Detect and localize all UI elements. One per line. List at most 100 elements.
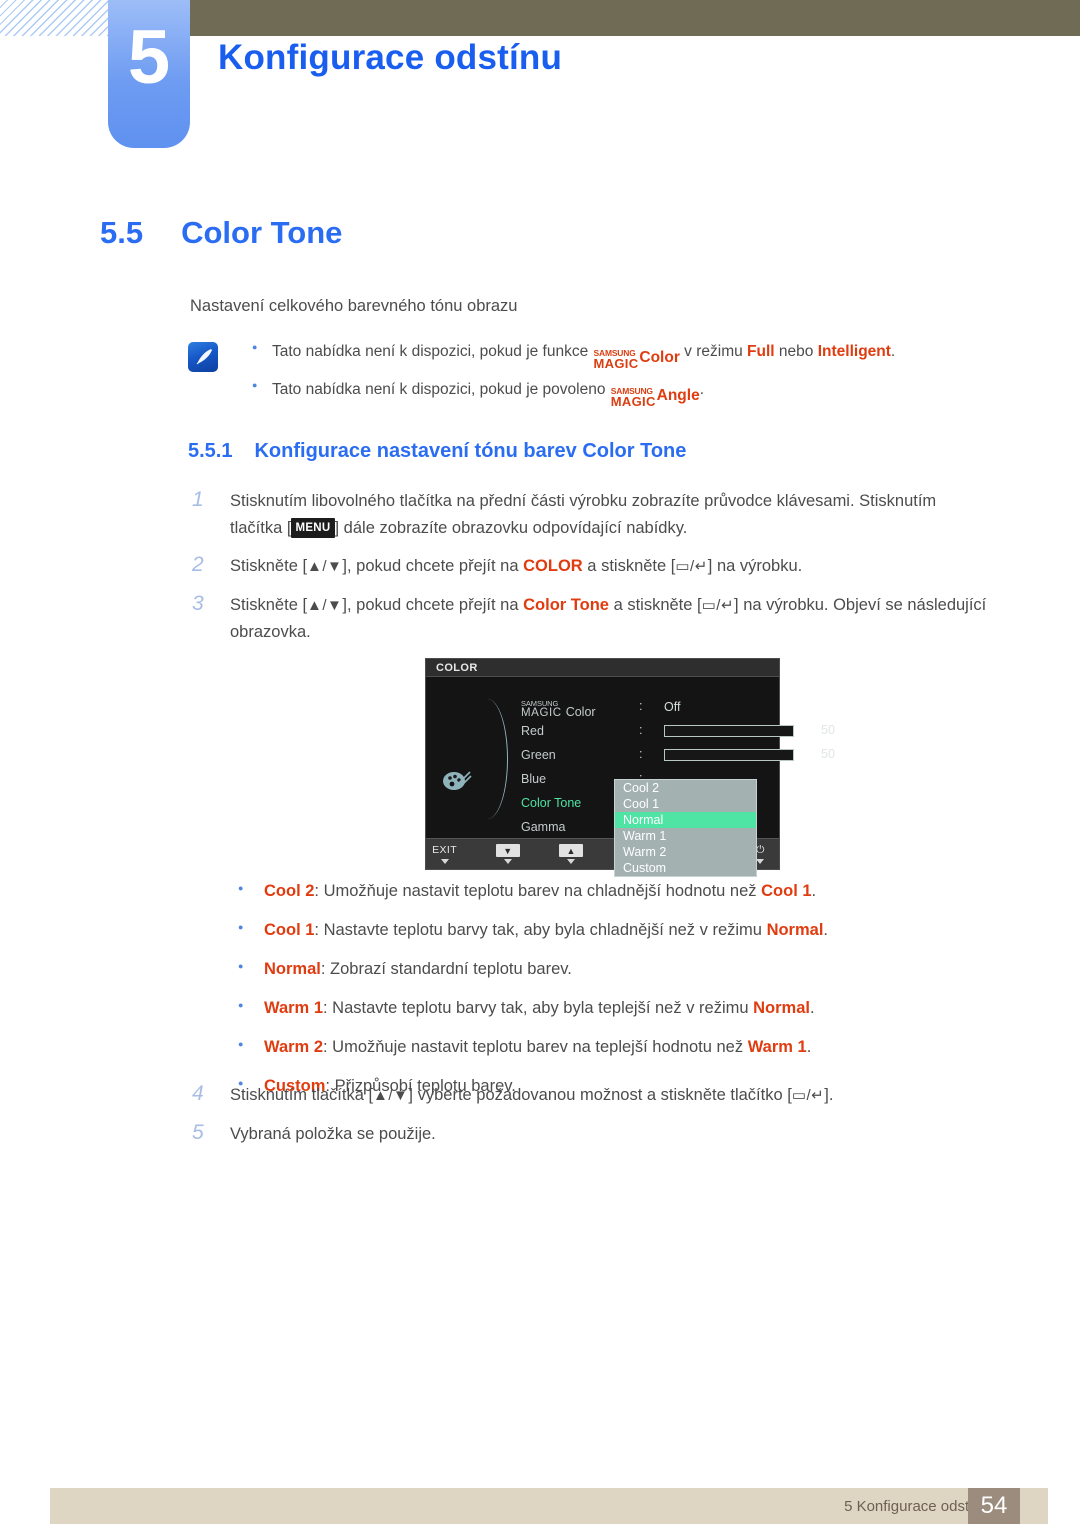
- magic-suffix: Angle: [656, 386, 700, 404]
- note-pen-icon: [188, 342, 218, 372]
- pen-glyph: [196, 349, 212, 365]
- option-name: Warm 2: [264, 1038, 323, 1057]
- option-name: Cool 2: [264, 882, 315, 900]
- section-heading: 5.5 Color Tone: [100, 215, 342, 251]
- osd-colon: :: [639, 723, 643, 737]
- key-enter-glyph: ▭/↵: [701, 597, 735, 615]
- dropdown-option-cool1[interactable]: Cool 1: [615, 796, 756, 812]
- note-item: Tato nabídka není k dispozici, pokud je …: [250, 340, 1018, 370]
- osd-button-down[interactable]: ▼: [489, 844, 526, 864]
- note-text-mid: v režimu: [679, 343, 748, 360]
- option-desc: : Umožňuje nastavit teplotu barev na tep…: [323, 1038, 748, 1057]
- option-ref: Cool 1: [761, 882, 812, 900]
- note-items: Tato nabídka není k dispozici, pokud je …: [250, 340, 1018, 408]
- option-item-warm1: Warm 1: Nastavte teplotu barvy tak, aby …: [232, 997, 1022, 1020]
- subsection-title: Konfigurace nastavení tónu barev Color T…: [254, 440, 687, 462]
- osd-decorative-arc: [474, 699, 508, 819]
- key-enter-glyph: ▭/↵: [675, 558, 708, 576]
- osd-body: SAMSUNG MAGIC Color : Off Red : 50 Green…: [426, 677, 835, 877]
- color-tone-dropdown[interactable]: Cool 2 Cool 1 Normal Warm 1 Warm 2 Custo…: [614, 779, 757, 877]
- note-text: Tato nabídka není k dispozici, pokud je …: [272, 343, 593, 360]
- section-title: Color Tone: [181, 215, 343, 250]
- steps-list-top: 1 Stisknutím libovolného tlačítka na pře…: [188, 488, 988, 658]
- triangle-down-icon: [440, 859, 449, 864]
- option-ref: Warm 1: [747, 1038, 807, 1057]
- note-item: Tato nabídka není k dispozici, pokud je …: [250, 378, 1018, 408]
- step-text: Vybraná položka se použije.: [230, 1124, 436, 1143]
- osd-button-up[interactable]: ▲: [552, 844, 589, 864]
- option-ref: Normal: [753, 999, 810, 1018]
- osd-row-red[interactable]: Red : 50: [521, 719, 874, 743]
- osd-samsung-magic-logo: SAMSUNG MAGIC Color: [521, 699, 596, 720]
- option-name: Cool 1: [264, 921, 315, 940]
- arrow-up-icon: ▲: [558, 844, 583, 857]
- step-item: 5 Vybraná položka se použije.: [188, 1121, 988, 1148]
- step-number: 1: [192, 488, 204, 511]
- key-updown-glyph: ▲/▼: [373, 1087, 409, 1104]
- option-item-warm2: Warm 2: Umožňuje nastavit teplotu barev …: [232, 1036, 1022, 1059]
- step-text: Stisknutím libovolného tlačítka na předn…: [230, 492, 937, 539]
- dropdown-option-warm2[interactable]: Warm 2: [615, 844, 756, 860]
- option-desc: : Nastavte teplotu barvy tak, aby byla c…: [314, 921, 767, 940]
- osd-value-red: 50: [821, 723, 835, 737]
- osd-button-exit[interactable]: EXIT: [426, 844, 463, 864]
- step-item: 2 Stiskněte [▲/▼], pokud chcete přejít n…: [188, 553, 988, 580]
- osd-colon: :: [639, 747, 643, 761]
- chapter-number-badge: 5: [108, 0, 190, 148]
- osd-slider-red[interactable]: [664, 725, 794, 737]
- arrow-down-icon: ▼: [495, 844, 520, 857]
- key-menu: MENU: [291, 517, 335, 539]
- key-updown-glyph: ▲/▼: [307, 597, 343, 615]
- osd-menu-screenshot: COLOR SAMSUNG MAGIC Color: Off Red: 50…: [425, 658, 835, 877]
- option-ref: Normal: [766, 921, 824, 940]
- osd-label-red: Red: [521, 724, 544, 738]
- dropdown-option-custom[interactable]: Custom: [615, 860, 756, 876]
- dropdown-option-normal[interactable]: Normal: [615, 812, 756, 828]
- osd-value-green: 50: [821, 747, 835, 761]
- step-number: 4: [192, 1082, 204, 1105]
- magic-suffix: Color: [639, 348, 680, 366]
- option-name: Warm 1: [264, 999, 323, 1018]
- note-text-end: .: [699, 380, 705, 398]
- step-number: 3: [192, 592, 204, 616]
- option-item-cool1: Cool 1: Nastavte teplotu barvy tak, aby …: [232, 919, 1022, 942]
- palette-icon: [443, 771, 472, 790]
- step-text: Stiskněte [▲/▼], pokud chcete přejít na …: [230, 557, 803, 576]
- step-number: 5: [192, 1120, 204, 1144]
- decorative-hatch-pattern: [0, 0, 108, 36]
- osd-colon: :: [639, 699, 643, 713]
- key-updown-glyph: ▲/▼: [307, 558, 343, 576]
- dropdown-option-cool2[interactable]: Cool 2: [615, 780, 756, 796]
- power-icon: ⏻: [756, 844, 765, 856]
- dropdown-option-warm1[interactable]: Warm 1: [615, 828, 756, 844]
- menu-ref-color-tone: Color Tone: [523, 596, 609, 615]
- key-enter-glyph: ▭/↵: [791, 1087, 825, 1104]
- osd-row-magiccolor[interactable]: SAMSUNG MAGIC Color : Off: [521, 695, 874, 719]
- step-text: Stisknutím tlačítka [▲/▼] vyberte požado…: [230, 1086, 834, 1104]
- osd-row-green[interactable]: Green : 50: [521, 743, 874, 767]
- note-text-end: .: [890, 343, 896, 360]
- osd-slider-green[interactable]: [664, 749, 794, 761]
- steps-list-bottom: 4 Stisknutím tlačítka [▲/▼] vyberte poža…: [188, 1082, 988, 1159]
- note-text-mid2: nebo: [774, 343, 818, 360]
- option-desc: : Umožňuje nastavit teplotu barev na chl…: [314, 882, 762, 900]
- header-olive-bar: [190, 0, 1080, 36]
- osd-label: SAMSUNG MAGIC Color: [521, 695, 636, 720]
- osd-title-bar: COLOR: [426, 659, 779, 677]
- option-name: Normal: [264, 960, 321, 979]
- triangle-down-icon: [566, 859, 575, 864]
- step-item: 3 Stiskněte [▲/▼], pokud chcete přejít n…: [188, 592, 988, 645]
- step-item: 1 Stisknutím libovolného tlačítka na pře…: [188, 488, 988, 541]
- footer-page-number: 54: [968, 1488, 1020, 1524]
- subsection-heading: 5.5.1 Konfigurace nastavení tónu barev C…: [188, 440, 686, 463]
- color-tone-options-list: Cool 2: Umožňuje nastavit teplotu barev …: [232, 880, 1022, 1115]
- step-item: 4 Stisknutím tlačítka [▲/▼] vyberte poža…: [188, 1082, 988, 1109]
- option-item-cool2: Cool 2: Umožňuje nastavit teplotu barev …: [232, 880, 1022, 903]
- step-text: Stiskněte [▲/▼], pokud chcete přejít na …: [230, 596, 987, 641]
- samsung-magic-logo: SAMSUNG MAGIC Color: [593, 346, 680, 370]
- triangle-down-icon: [503, 859, 512, 864]
- osd-value-magiccolor: Off: [664, 700, 681, 714]
- option-desc: : Nastavte teplotu barvy tak, aby byla t…: [323, 999, 754, 1018]
- section-number: 5.5: [100, 215, 144, 250]
- triangle-down-icon: [756, 859, 765, 864]
